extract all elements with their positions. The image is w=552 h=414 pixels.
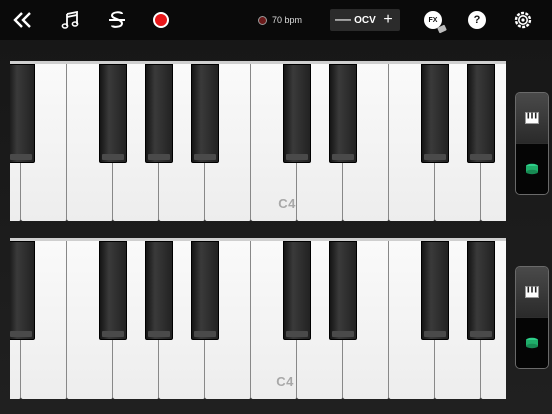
black-key[interactable] [99,241,127,340]
drum-icon [526,163,538,175]
black-key[interactable] [467,241,495,340]
tempo-indicator-icon [258,15,267,25]
black-key[interactable] [191,241,219,340]
c4-label: C4 [276,374,294,389]
help-button[interactable]: ? [466,0,488,40]
black-key[interactable] [329,241,357,340]
piano-keyboard-top: C4 [10,61,506,221]
black-key[interactable] [10,241,35,340]
black-key[interactable] [99,64,127,163]
black-key[interactable] [283,241,311,340]
drum-mode-button[interactable] [516,318,548,368]
top-toolbar: 70 bpm — OCV + FX ? [0,0,552,40]
octave-label: OCV [354,14,376,26]
c4-label: C4 [278,196,296,211]
fx-label: FX [428,16,438,24]
drum-icon [526,337,538,349]
mode-toggle-bottom [515,266,549,369]
gear-icon [514,11,532,29]
black-key[interactable] [145,241,173,340]
fx-button[interactable]: FX [421,0,447,40]
tempo-value: 70 bpm [272,15,303,25]
octave-down-button[interactable]: — [335,9,351,31]
octave-control: — OCV + [330,9,400,31]
song-button[interactable] [58,0,82,40]
s-arrows-icon [109,11,125,28]
black-key[interactable] [421,64,449,163]
black-key[interactable] [283,64,311,163]
piano-icon [525,112,539,124]
black-key[interactable] [191,64,219,163]
piano-icon [525,286,539,298]
piano-mode-button[interactable] [516,267,548,317]
black-key[interactable] [145,64,173,163]
tempo-control[interactable]: 70 bpm [258,0,302,40]
black-key[interactable] [10,64,35,163]
switch-button[interactable] [105,0,129,40]
piano-mode-button[interactable] [516,93,548,143]
fx-badge-icon [437,24,447,34]
octave-up-button[interactable]: + [381,9,395,31]
double-chevron-left-icon [13,12,31,28]
piano-app: 70 bpm — OCV + FX ? C4 C4 [0,0,552,414]
black-key[interactable] [329,64,357,163]
piano-keyboard-bottom: C4 [10,238,506,399]
mode-toggle-top [515,92,549,195]
record-button[interactable] [150,0,172,40]
help-icon: ? [468,11,486,29]
fx-icon: FX [424,11,447,34]
settings-button[interactable] [511,0,535,40]
back-button[interactable] [10,0,36,40]
black-key[interactable] [421,241,449,340]
help-label: ? [473,14,481,26]
music-note-icon [61,11,79,29]
black-key[interactable] [467,64,495,163]
drum-mode-button[interactable] [516,144,548,194]
record-icon [153,12,169,28]
